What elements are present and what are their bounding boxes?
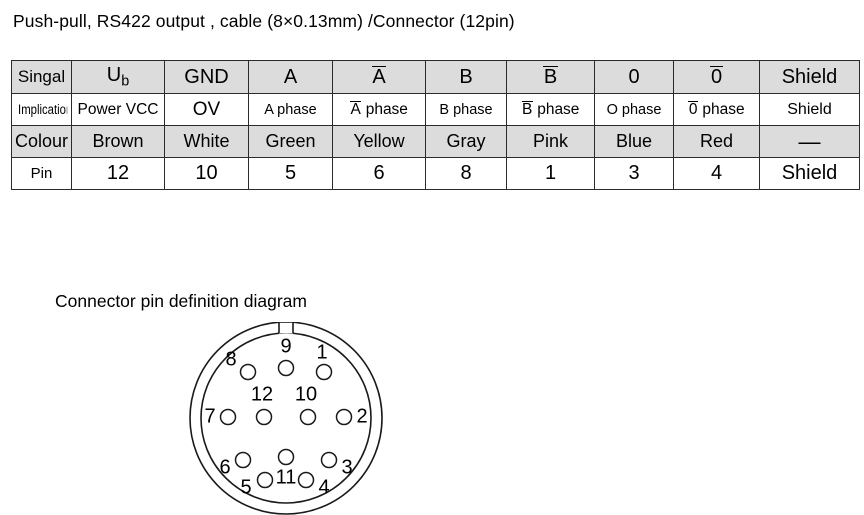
table-cell-implication-6: B phase [506,93,595,126]
connector-pin-hole-9[interactable] [277,359,295,377]
table-cell-implication-2: OV [164,93,249,126]
table-cell-signal-6: B [506,60,595,94]
overline-text: 0 [710,65,723,88]
connector-pin-hole-5[interactable] [256,471,274,489]
connector-pin-hole-4[interactable] [297,471,315,489]
subscript-text: b [121,73,130,90]
table-cell-pin-1: 12 [71,157,165,190]
table-cell-signal-3: A [248,60,333,94]
table-cell-colour-6: Pink [506,125,595,158]
table-row-colour: Colour Brown White Green Yellow Gray Pink Blue R… [11,125,860,158]
table-cell-colour-8: Red [673,125,760,158]
table-cell-pin-3: 5 [248,157,333,190]
connector-pin-hole-6[interactable] [234,451,252,469]
table-cell-pin-2: 10 [164,157,249,190]
connector-pin-label-11: 11 [276,466,297,488]
table-cell-pin-0: Pin [11,157,72,190]
table-cell-signal-7: 0 [594,60,674,94]
overline-text: A [350,100,362,118]
overline-text: 0 [688,100,699,118]
connector-pin-label-9: 9 [280,335,291,357]
connector-pin-hole-12[interactable] [255,408,273,426]
table-cell-signal-0: Singal [11,60,72,94]
table-cell-implication-7: O phase [594,93,674,126]
table-cell-colour-1: Brown [71,125,165,158]
table-body: Singal Ub GND A A B B 0 0 Shield Implication Power … [11,60,860,190]
table-row-pin: Pin 12 10 5 6 8 1 3 4 Shield [11,157,860,190]
page-title: Push-pull, RS422 output , cable (8×0.13m… [13,11,515,31]
table-cell-pin-6: 1 [506,157,595,190]
connector-pin-label-5: 5 [240,476,251,498]
connector-pin-label-2: 2 [356,405,367,427]
table-row-implication: Implication Power VCC OV A phase A phase B ph… [12,93,860,126]
connector-pin-label-1: 1 [316,341,327,363]
table-cell-implication-5: B phase [425,93,507,126]
signal-definition-table: Singal Ub GND A A B B 0 0 Shield Implication Power … [11,60,860,190]
table-cell-signal-5: B [425,60,507,94]
table-cell-pin-7: 3 [594,157,674,190]
overline-text: B [521,100,533,118]
table-cell-implication-4: A phase [332,93,426,126]
table-cell-signal-8: 0 [673,60,760,94]
connector-diagram-caption: Connector pin definition diagram [55,291,307,311]
table-cell-implication-1: Power VCC [71,93,165,126]
connector-pin-label-4: 4 [318,476,329,498]
table-cell-colour-3: Green [248,125,333,158]
table-cell-colour-5: Gray [425,125,507,158]
connector-pin-hole-10[interactable] [299,408,317,426]
table-cell-implication-3: A phase [248,93,333,126]
connector-pin-label-7: 7 [204,405,215,427]
table-cell-implication-9: Shield [759,93,860,126]
connector-pin-hole-1[interactable] [315,363,333,381]
connector-pin-hole-2[interactable] [335,408,353,426]
table-cell-colour-2: White [164,125,249,158]
table-cell-implication-8: 0 phase [673,93,760,126]
connector-keyway-fill [279,322,293,334]
table-cell-pin-8: 4 [673,157,760,190]
connector-pin-label-3: 3 [341,456,352,478]
table-cell-signal-9: Shield [759,60,860,94]
table-cell-colour-4: Yellow [332,125,426,158]
connector-pin-label-6: 6 [219,456,230,478]
connector-pin-hole-7[interactable] [219,408,237,426]
table-cell-colour-9: — [759,125,860,158]
table-cell-signal-1: Ub [71,60,165,94]
table-cell-pin-4: 6 [332,157,426,190]
table-cell-pin-5: 8 [425,157,507,190]
overline-text: B [543,65,558,88]
table-cell-pin-9: Shield [759,157,860,190]
connector-pin-label-12: 12 [251,383,273,405]
connector-pin-label-8: 8 [225,348,236,370]
table-cell-colour-7: Blue [594,125,674,158]
table-cell-signal-4: A [332,60,426,94]
overline-text: A [371,65,387,88]
table-row-signal: Singal Ub GND A A B B 0 0 Shield [11,60,860,94]
connector-pin-definition-diagram: 123456789101112 [189,322,383,515]
connector-pin-label-10: 10 [295,383,317,405]
connector-pin-hole-11[interactable] [277,448,295,466]
connector-pin-hole-3[interactable] [320,451,338,469]
table-cell-signal-2: GND [164,60,249,94]
table-cell-colour-0: Colour [11,125,72,158]
table-cell-implication-0: Implication [15,93,68,126]
connector-pin-hole-8[interactable] [239,363,257,381]
